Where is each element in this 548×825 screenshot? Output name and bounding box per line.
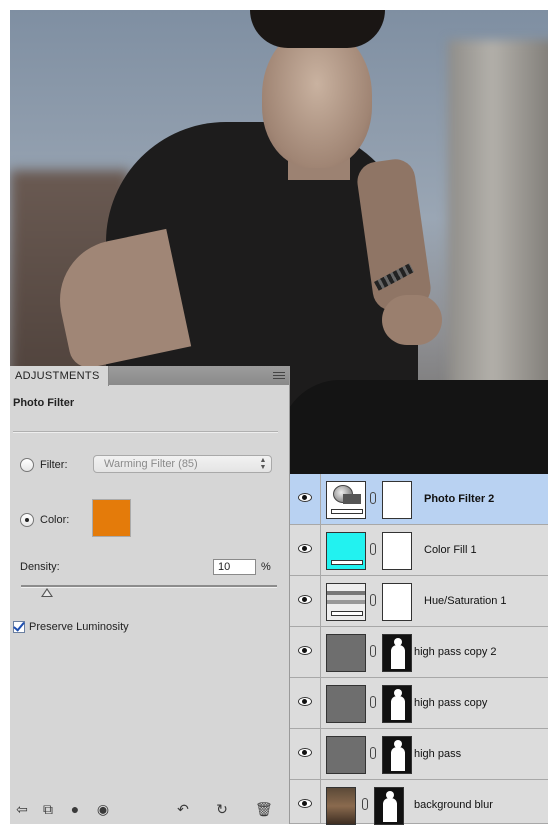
preserve-luminosity-checkbox[interactable] <box>13 621 25 633</box>
eye-icon <box>298 646 312 655</box>
layer-visibility-toggle[interactable] <box>290 525 321 575</box>
tab-adjustments-label: ADJUSTMENTS <box>15 370 100 382</box>
subject-face <box>262 28 372 168</box>
eye-icon <box>298 697 312 706</box>
layer-visibility-toggle[interactable] <box>290 576 321 626</box>
link-chain-icon[interactable] <box>370 492 376 504</box>
link-chain-icon[interactable] <box>370 696 376 708</box>
eye-icon <box>298 544 312 553</box>
adjustment-slider-icon <box>331 509 363 514</box>
adjustments-panel: ADJUSTMENTS Photo Filter Filter: Warming… <box>10 366 290 824</box>
select-arrows-icon: ▲ ▼ <box>259 457 267 471</box>
previous-state-icon[interactable]: ↶ <box>175 801 191 817</box>
preserve-luminosity-label: Preserve Luminosity <box>29 621 129 633</box>
layer-mask-thumbnail[interactable] <box>382 634 412 672</box>
density-slider-thumb[interactable] <box>40 588 53 597</box>
layer-thumbnail <box>326 736 366 774</box>
layer-thumbnail <box>326 583 366 621</box>
subject-hair <box>250 10 385 48</box>
layer-thumbnail <box>326 685 366 723</box>
link-chain-icon[interactable] <box>370 594 376 606</box>
blurred-building-right <box>448 40 548 420</box>
clip-to-layer-icon[interactable]: ● <box>67 801 83 817</box>
layer-visibility-toggle[interactable] <box>290 678 321 728</box>
divider <box>13 431 278 432</box>
layer-thumbnail <box>326 481 366 519</box>
layer-row[interactable]: Hue/Saturation 1 <box>290 576 548 627</box>
visibility-eye-icon[interactable]: ◉ <box>95 801 111 817</box>
layer-row[interactable]: high pass copy 2 <box>290 627 548 678</box>
filter-radio[interactable] <box>20 458 34 472</box>
adjustment-slider-icon <box>331 611 363 616</box>
layer-mask-thumbnail[interactable] <box>382 736 412 774</box>
density-label: Density: <box>20 561 60 573</box>
layer-mask-thumbnail[interactable] <box>374 787 404 825</box>
eye-icon <box>298 748 312 757</box>
density-slider-track[interactable] <box>21 585 277 588</box>
person-silhouette-icon <box>391 740 405 771</box>
layer-row[interactable]: high pass copy <box>290 678 548 729</box>
layer-row[interactable]: high pass <box>290 729 548 780</box>
tab-adjustments[interactable]: ADJUSTMENTS <box>10 366 109 386</box>
color-radio[interactable] <box>20 513 34 527</box>
eye-icon <box>298 493 312 502</box>
adjustments-bottom-bar: ⇦ ⧉ ● ◉ ↶ ↻ 🗑 <box>10 794 289 824</box>
back-arrow-icon[interactable]: ⇦ <box>14 801 30 817</box>
photo-filter-icon-body <box>343 494 361 504</box>
link-chain-icon[interactable] <box>370 645 376 657</box>
layer-mask-thumbnail[interactable] <box>382 481 412 519</box>
person-silhouette-icon <box>383 791 397 822</box>
layer-row[interactable]: Photo Filter 2 <box>290 474 548 525</box>
subject-right-hand <box>382 295 442 345</box>
density-input[interactable]: 10 <box>213 559 256 575</box>
layer-visibility-toggle[interactable] <box>290 780 321 823</box>
layer-visibility-toggle[interactable] <box>290 627 321 677</box>
adjustments-tab-bar: ADJUSTMENTS <box>10 366 289 386</box>
color-swatch[interactable] <box>92 499 131 537</box>
layers-panel: Photo Filter 2 Color Fill 1 Hue/Saturati… <box>290 474 548 825</box>
panel-menu-icon[interactable] <box>273 370 285 380</box>
color-label: Color: <box>40 514 70 526</box>
layer-name: background blur <box>414 799 493 811</box>
filter-select-value: Warming Filter (85) <box>104 458 198 470</box>
layer-name: high pass <box>414 748 462 760</box>
filter-label: Filter: <box>40 459 68 471</box>
eye-icon <box>298 595 312 604</box>
layer-name: Color Fill 1 <box>424 544 477 556</box>
panel-title: Photo Filter <box>13 397 75 409</box>
layer-mask-thumbnail[interactable] <box>382 532 412 570</box>
layer-thumbnail <box>326 787 356 825</box>
filter-select[interactable]: Warming Filter (85) ▲ ▼ <box>93 455 272 473</box>
layer-name: high pass copy <box>414 697 488 709</box>
adjustment-slider-icon <box>331 560 363 565</box>
layer-mask-thumbnail[interactable] <box>382 685 412 723</box>
trash-icon[interactable]: 🗑 <box>255 801 273 817</box>
layer-thumbnail <box>326 532 366 570</box>
link-chain-icon[interactable] <box>370 543 376 555</box>
density-unit: % <box>261 561 271 573</box>
person-silhouette-icon <box>391 689 405 720</box>
layer-mask-thumbnail[interactable] <box>382 583 412 621</box>
link-chain-icon[interactable] <box>370 747 376 759</box>
subject-legs <box>280 380 548 474</box>
person-silhouette-icon <box>391 638 405 669</box>
view-toggle-icon[interactable]: ⧉ <box>40 801 56 817</box>
layer-row[interactable]: background blur <box>290 780 548 825</box>
layer-thumbnail <box>326 634 366 672</box>
layer-name: Photo Filter 2 <box>424 493 495 505</box>
layer-visibility-toggle[interactable] <box>290 729 321 779</box>
link-chain-icon[interactable] <box>362 798 368 810</box>
layer-name: Hue/Saturation 1 <box>424 595 507 607</box>
layer-visibility-toggle[interactable] <box>290 474 321 524</box>
layer-row[interactable]: Color Fill 1 <box>290 525 548 576</box>
reset-icon[interactable]: ↻ <box>214 801 230 817</box>
eye-icon <box>298 799 312 808</box>
layer-name: high pass copy 2 <box>414 646 497 658</box>
